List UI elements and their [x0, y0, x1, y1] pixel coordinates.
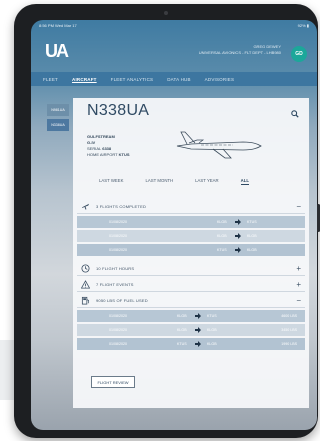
warning-icon	[81, 280, 90, 289]
side-tab-n338ua[interactable]: N338UA	[47, 119, 69, 131]
table-row[interactable]: 01/08/2020 KTUS KLGB 1990 LBS	[77, 338, 305, 350]
clock-icon	[81, 264, 90, 273]
nav-tab-fleet-analytics[interactable]: FLEET ANALYTICS	[111, 77, 154, 82]
arrow-right-icon	[195, 313, 201, 319]
expand-icon[interactable]: +	[296, 265, 301, 273]
ua-logo[interactable]: UA	[45, 40, 69, 62]
photo-scene: 8:56 PM Wed Mar 17 92% ▮ UA GREG DEWEY U…	[0, 0, 320, 441]
nav-tab-aircraft[interactable]: AIRCRAFT	[72, 77, 97, 82]
arrow-right-icon	[235, 233, 241, 239]
user-org: UNIVERSAL AVIONICS - FLT DEPT - LHB980	[198, 50, 281, 55]
tab-last-week[interactable]: LAST WEEK	[99, 178, 124, 185]
arrow-right-icon	[195, 341, 201, 347]
arrow-right-icon	[195, 327, 201, 333]
expand-icon[interactable]: +	[296, 281, 301, 289]
avatar[interactable]: GD	[291, 46, 307, 62]
fuel-label: 9050 LBS OF FUEL USED	[96, 298, 148, 303]
table-row[interactable]: 01/08/2020 KLGB KLGB	[77, 230, 305, 242]
events-label: 7 FLIGHT EVENTS	[96, 282, 134, 287]
aircraft-home: HOME AIRPORT KTUS	[87, 152, 130, 157]
hours-section-header[interactable]: 10 FLIGHT HOURS +	[77, 262, 305, 276]
camera-icon	[164, 11, 168, 15]
flight-review-button[interactable]: FLIGHT REVIEW	[91, 376, 135, 388]
table-row[interactable]: 01/08/2020 KLGB KLGB 3450 LBS	[77, 324, 305, 336]
plane-icon	[81, 203, 90, 210]
aircraft-tail-number: N338UA	[87, 102, 150, 119]
arrow-right-icon	[235, 247, 241, 253]
app-screen: 8:56 PM Wed Mar 17 92% ▮ UA GREG DEWEY U…	[31, 20, 317, 430]
hours-label: 10 FLIGHT HOURS	[96, 266, 135, 271]
tab-last-year[interactable]: LAST YEAR	[195, 178, 219, 185]
fuel-pump-icon	[81, 296, 90, 305]
tab-last-month[interactable]: LAST MONTH	[146, 178, 174, 185]
aircraft-details: GULFSTREAM G-IV SERIAL 6338 HOME AIRPORT…	[87, 134, 130, 158]
flights-label: 3 FLIGHTS COMPLETED	[96, 204, 147, 209]
table-row[interactable]: 01/08/2020 KLGB KTUS 4600 LBS	[77, 310, 305, 322]
status-battery: 92% ▮	[297, 22, 309, 28]
tab-all[interactable]: ALL	[240, 178, 250, 185]
side-tab-n981ua[interactable]: N981UA	[47, 104, 69, 116]
collapse-icon[interactable]: −	[296, 297, 301, 305]
table-row[interactable]: 01/08/2020 KLGB KTUS	[77, 216, 305, 228]
status-time: 8:56 PM Wed Mar 17	[39, 22, 77, 28]
table-row[interactable]: 01/08/2020 KTUS KLGB	[77, 244, 305, 256]
nav-tab-fleet[interactable]: FLEET	[43, 77, 58, 82]
aircraft-outline-icon	[176, 131, 262, 159]
main-nav: FLEET AIRCRAFT FLEET ANALYTICS DATA HUB …	[31, 72, 317, 86]
nav-tab-data-hub[interactable]: DATA HUB	[167, 77, 190, 82]
nav-tab-advisories[interactable]: ADVISORIES	[205, 77, 235, 82]
tablet-device: 8:56 PM Wed Mar 17 92% ▮ UA GREG DEWEY U…	[14, 4, 320, 438]
search-icon[interactable]	[291, 110, 299, 118]
app-header: UA GREG DEWEY UNIVERSAL AVIONICS - FLT D…	[31, 30, 317, 68]
status-bar: 8:56 PM Wed Mar 17 92% ▮	[31, 20, 317, 30]
time-filter-tabs: LAST WEEK LAST MONTH LAST YEAR ALL	[99, 178, 250, 185]
aircraft-side-tabs: N981UA N338UA	[47, 104, 69, 134]
fuel-section-header[interactable]: 9050 LBS OF FUEL USED −	[77, 294, 305, 308]
user-info: GREG DEWEY UNIVERSAL AVIONICS - FLT DEPT…	[199, 44, 281, 56]
arrow-right-icon	[235, 219, 241, 225]
collapse-icon[interactable]: −	[296, 203, 301, 211]
aircraft-panel: N338UA GULFSTREAM G-IV SERIAL 6338 HOME …	[73, 98, 309, 408]
events-section-header[interactable]: 7 FLIGHT EVENTS +	[77, 278, 305, 292]
flights-section-header[interactable]: 3 FLIGHTS COMPLETED −	[77, 200, 305, 214]
